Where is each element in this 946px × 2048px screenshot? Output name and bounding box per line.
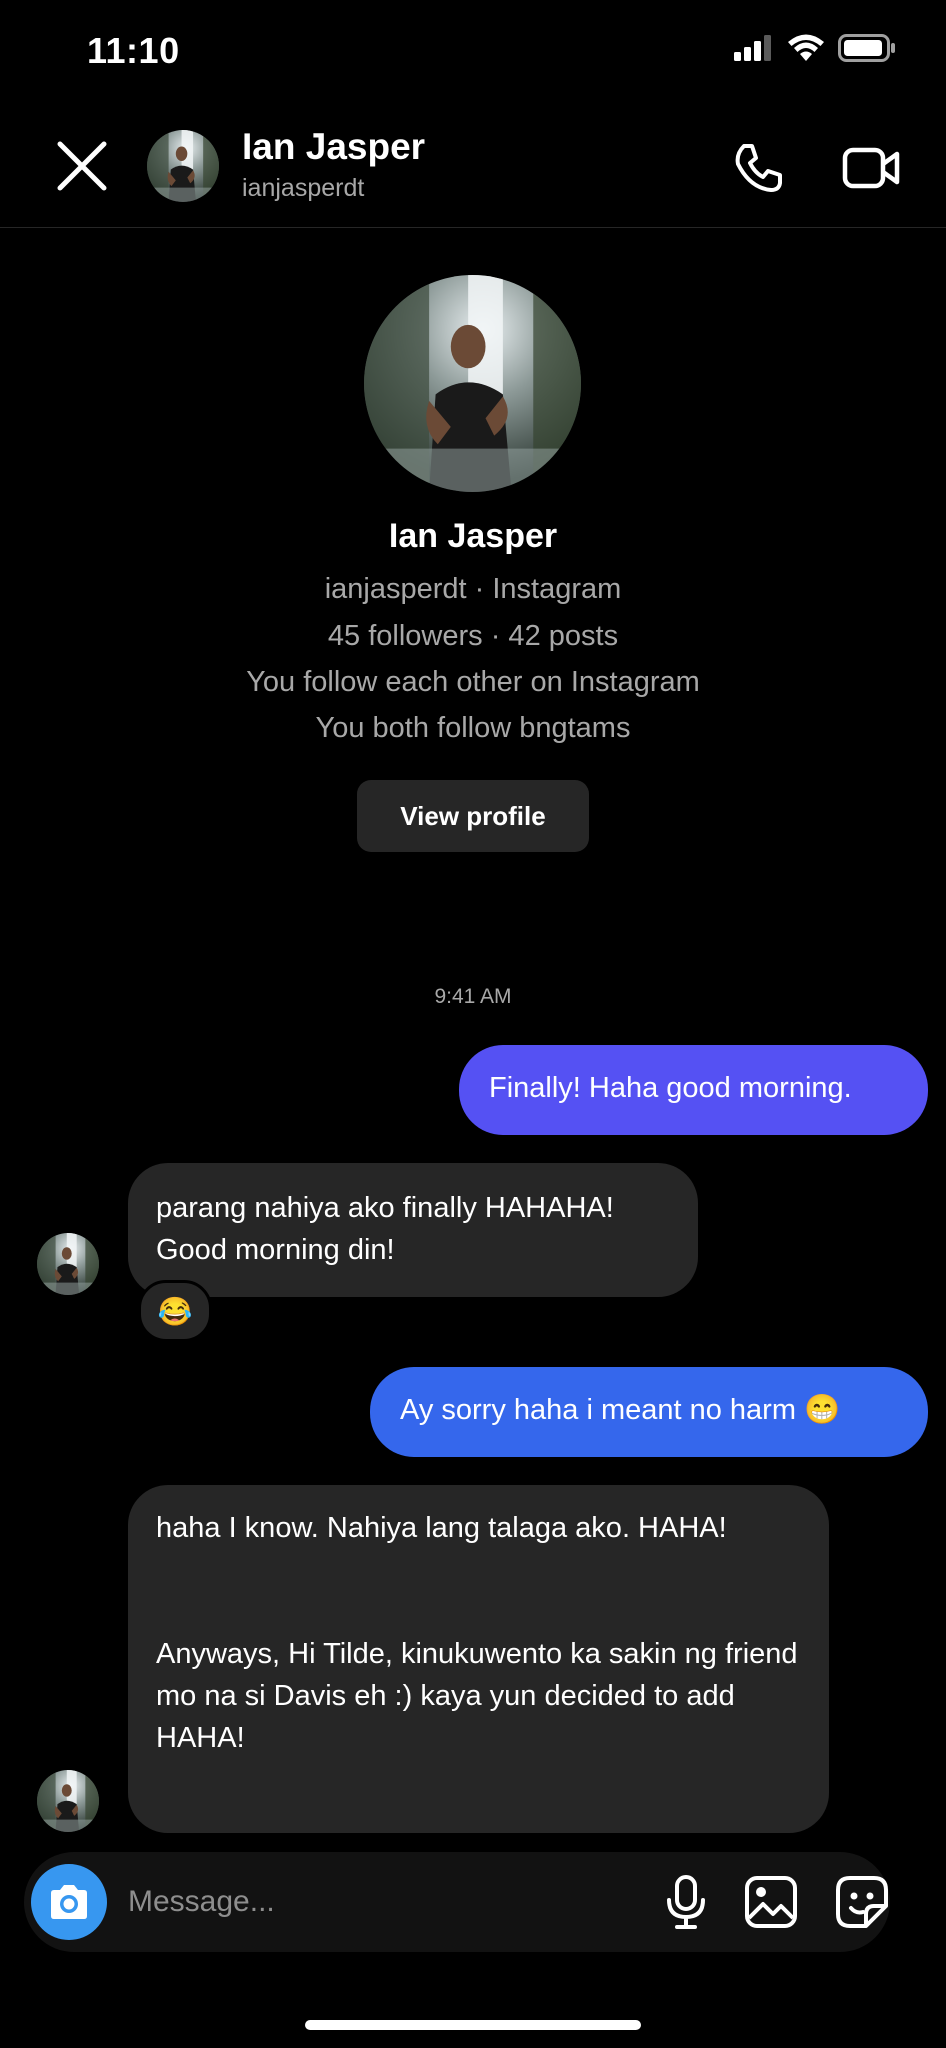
- profile-name: Ian Jasper: [388, 517, 558, 555]
- sticker-icon: [836, 1876, 888, 1928]
- camera-button[interactable]: [31, 1864, 107, 1940]
- message-timestamp: 9:41 AM: [434, 985, 512, 1008]
- outgoing-message[interactable]: Ay sorry haha i meant no harm 😁: [370, 1367, 928, 1457]
- incoming-message[interactable]: haha I know. Nahiya lang talaga ako. HAH…: [128, 1485, 829, 1833]
- header-username[interactable]: ianjasperdt: [242, 174, 364, 203]
- video-icon: [842, 147, 900, 189]
- mutual-follow-text: You follow each other on Instagram: [246, 666, 700, 698]
- header-avatar[interactable]: [147, 130, 219, 202]
- outgoing-message[interactable]: Finally! Haha good morning.: [459, 1045, 928, 1135]
- wifi-icon: [788, 34, 824, 61]
- status-icons: [734, 34, 896, 62]
- incoming-message[interactable]: parang nahiya ako finally HAHAHA! Good m…: [128, 1163, 698, 1297]
- profile-stats: 45 followers · 42 posts: [327, 620, 619, 652]
- home-indicator[interactable]: [305, 2020, 641, 2030]
- phone-icon: [735, 144, 782, 192]
- sticker-button[interactable]: [834, 1874, 890, 1930]
- sender-avatar[interactable]: [37, 1770, 99, 1832]
- close-button[interactable]: [56, 140, 108, 192]
- audio-call-button[interactable]: [730, 140, 786, 196]
- video-call-button[interactable]: [842, 140, 900, 196]
- gallery-button[interactable]: [743, 1874, 799, 1930]
- profile-avatar[interactable]: [364, 275, 581, 492]
- camera-icon: [51, 1885, 87, 1919]
- battery-icon: [838, 34, 895, 62]
- reaction-badge[interactable]: 😂: [138, 1280, 212, 1342]
- gallery-icon: [745, 1876, 797, 1928]
- microphone-icon: [667, 1875, 705, 1929]
- signal-icon: [734, 35, 771, 61]
- header-name[interactable]: Ian Jasper: [242, 126, 425, 168]
- sender-avatar[interactable]: [37, 1233, 99, 1295]
- header-divider: [0, 227, 946, 228]
- voice-message-button[interactable]: [660, 1874, 712, 1930]
- close-icon: [57, 141, 107, 191]
- status-time: 11:10: [87, 30, 180, 71]
- message-input[interactable]: [128, 1874, 608, 1930]
- laughing-emoji: 😂: [157, 1295, 193, 1327]
- view-profile-button[interactable]: View profile: [357, 780, 589, 852]
- mutual-followers-text: You both follow bngtams: [315, 712, 631, 744]
- profile-username-line: ianjasperdt · Instagram: [324, 573, 622, 605]
